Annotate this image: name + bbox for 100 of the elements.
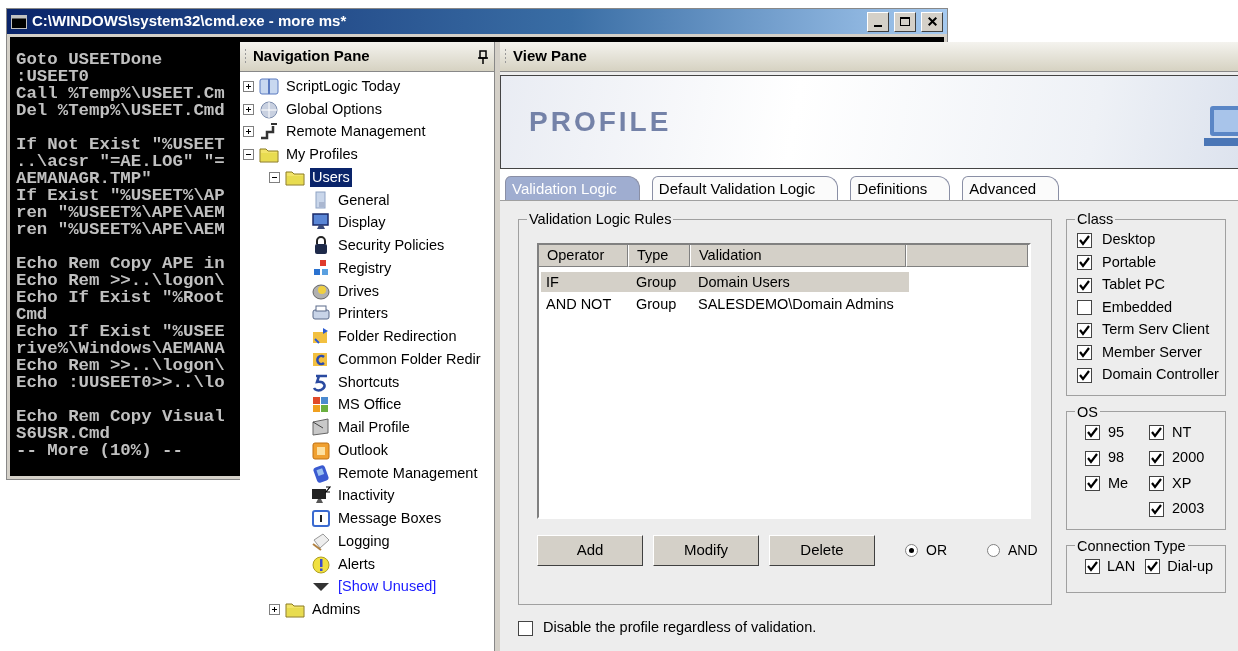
tab[interactable]: Default Validation Logic xyxy=(651,176,839,200)
check-icon xyxy=(1079,369,1090,381)
cubes-icon xyxy=(311,258,331,278)
tree-item[interactable]: Drives xyxy=(336,281,382,301)
tree-item[interactable]: ScriptLogic Today xyxy=(284,76,403,96)
checkbox[interactable] xyxy=(1077,367,1092,383)
tab[interactable]: Definitions xyxy=(850,176,951,200)
checkbox[interactable] xyxy=(1149,476,1164,492)
collapse-icon[interactable] xyxy=(269,171,280,183)
checkbox[interactable] xyxy=(518,620,533,636)
console-line: Echo Rem >>..\logon\ xyxy=(16,357,225,374)
tab[interactable]: Advanced xyxy=(962,176,1060,200)
grip-icon xyxy=(244,47,247,66)
action-button[interactable]: Add xyxy=(537,535,643,566)
tree-item[interactable]: Remote Management xyxy=(336,463,480,483)
checkbox[interactable] xyxy=(1085,476,1100,492)
maximize-icon xyxy=(900,17,910,26)
expand-icon[interactable] xyxy=(269,604,280,616)
column-header[interactable]: Validation xyxy=(691,245,907,267)
expand-icon[interactable] xyxy=(243,103,254,115)
tree-item[interactable]: Logging xyxy=(336,531,392,551)
table-cell: Domain Users xyxy=(693,272,909,292)
console-line: S6USR.Cmd xyxy=(16,425,110,442)
console-line: Call %Temp%\USEET.Cm xyxy=(16,85,225,102)
check-icon xyxy=(1087,452,1098,464)
minimize-icon xyxy=(874,24,882,27)
grip-icon xyxy=(504,47,507,66)
tree-item[interactable]: Users xyxy=(310,167,352,187)
tree-item[interactable]: Message Boxes xyxy=(336,509,444,529)
radio-selected-icon[interactable] xyxy=(905,544,918,557)
checkbox[interactable] xyxy=(1077,277,1092,293)
group-title: Connection Type xyxy=(1076,537,1187,554)
checkbox-label: LAN xyxy=(1107,556,1136,576)
checkbox[interactable] xyxy=(1085,559,1100,575)
tree-item[interactable]: Registry xyxy=(336,258,394,278)
check-icon xyxy=(1151,452,1162,464)
checkbox[interactable] xyxy=(1077,345,1092,361)
group-title: Validation Logic Rules xyxy=(528,211,673,227)
checkbox-label: Portable xyxy=(1102,252,1156,272)
checkbox[interactable] xyxy=(1077,322,1092,338)
tree-item[interactable]: Folder Redirection xyxy=(336,327,459,347)
radio-label: OR xyxy=(926,541,947,560)
checkbox[interactable] xyxy=(1077,255,1092,271)
console-line: ..\acsr "=AE.LOG" "= xyxy=(16,153,225,170)
checkbox[interactable] xyxy=(1077,232,1092,248)
checkbox-label: Disable the profile regardless of validation. xyxy=(543,618,817,638)
check-icon xyxy=(1079,347,1090,359)
checkbox[interactable] xyxy=(1077,300,1092,316)
expand-icon[interactable] xyxy=(243,80,254,92)
checkbox[interactable] xyxy=(1149,425,1164,441)
show-unused-link[interactable]: [Show Unused] xyxy=(336,577,439,597)
tree-item[interactable]: My Profiles xyxy=(284,145,360,165)
checkbox-label: Tablet PC xyxy=(1102,275,1165,295)
minimize-button[interactable] xyxy=(867,11,889,32)
tree-item[interactable]: Global Options xyxy=(284,99,384,119)
tree-item[interactable]: General xyxy=(336,190,392,210)
banner-title: PROFILE xyxy=(529,105,672,139)
pin-icon[interactable] xyxy=(478,49,488,64)
check-icon xyxy=(1079,257,1090,269)
close-button[interactable] xyxy=(921,11,943,32)
action-button[interactable]: Modify xyxy=(653,535,759,566)
checkbox-label: 98 xyxy=(1108,448,1125,468)
checkbox[interactable] xyxy=(1149,501,1164,517)
check-icon xyxy=(1079,324,1090,336)
maximize-button[interactable] xyxy=(894,11,916,32)
check-icon xyxy=(1079,234,1090,246)
tree-item[interactable]: MS Office xyxy=(336,395,404,415)
tree-item[interactable]: Remote Management xyxy=(284,122,428,142)
table-cell-text: SALESDEMO\Domain Admins xyxy=(697,295,895,314)
checkbox[interactable] xyxy=(1085,425,1100,441)
tree-item[interactable]: Inactivity xyxy=(336,486,397,506)
checkbox[interactable] xyxy=(1145,559,1161,575)
tree-item[interactable]: Printers xyxy=(336,304,390,324)
checkbox-label: Domain Controller xyxy=(1102,365,1219,385)
checkbox-label: Member Server xyxy=(1102,342,1202,362)
console-icon xyxy=(11,14,27,29)
expand-icon[interactable] xyxy=(243,126,254,138)
radio-icon[interactable] xyxy=(987,544,1000,557)
checkbox[interactable] xyxy=(1085,450,1100,466)
tree-item[interactable]: Shortcuts xyxy=(336,372,402,392)
tree-item[interactable]: Display xyxy=(336,213,388,233)
checkbox-label: Dial-up xyxy=(1167,556,1214,576)
column-header[interactable]: Type xyxy=(629,245,691,267)
check-icon xyxy=(1087,561,1098,573)
checkbox[interactable] xyxy=(1149,450,1164,466)
tree-item[interactable]: Alerts xyxy=(336,554,378,574)
checkbox-label: NT xyxy=(1172,422,1192,442)
action-button[interactable]: Delete xyxy=(769,535,875,566)
collapse-icon[interactable] xyxy=(243,149,254,161)
tree-item[interactable]: Admins xyxy=(310,600,363,620)
exclamation-icon xyxy=(311,554,331,574)
checkbox-label: Me xyxy=(1108,473,1129,493)
tree-item[interactable]: Mail Profile xyxy=(336,418,412,438)
tree-item[interactable]: Outlook xyxy=(336,440,390,460)
window-title: C:\WINDOWS\system32\cmd.exe - more ms* xyxy=(32,11,348,32)
tree-item[interactable]: Common Folder Redir xyxy=(336,349,483,369)
column-header[interactable]: Operator xyxy=(539,245,629,267)
check-icon xyxy=(1151,427,1162,439)
folder-icon xyxy=(259,145,279,165)
tree-item[interactable]: Security Policies xyxy=(336,236,447,256)
